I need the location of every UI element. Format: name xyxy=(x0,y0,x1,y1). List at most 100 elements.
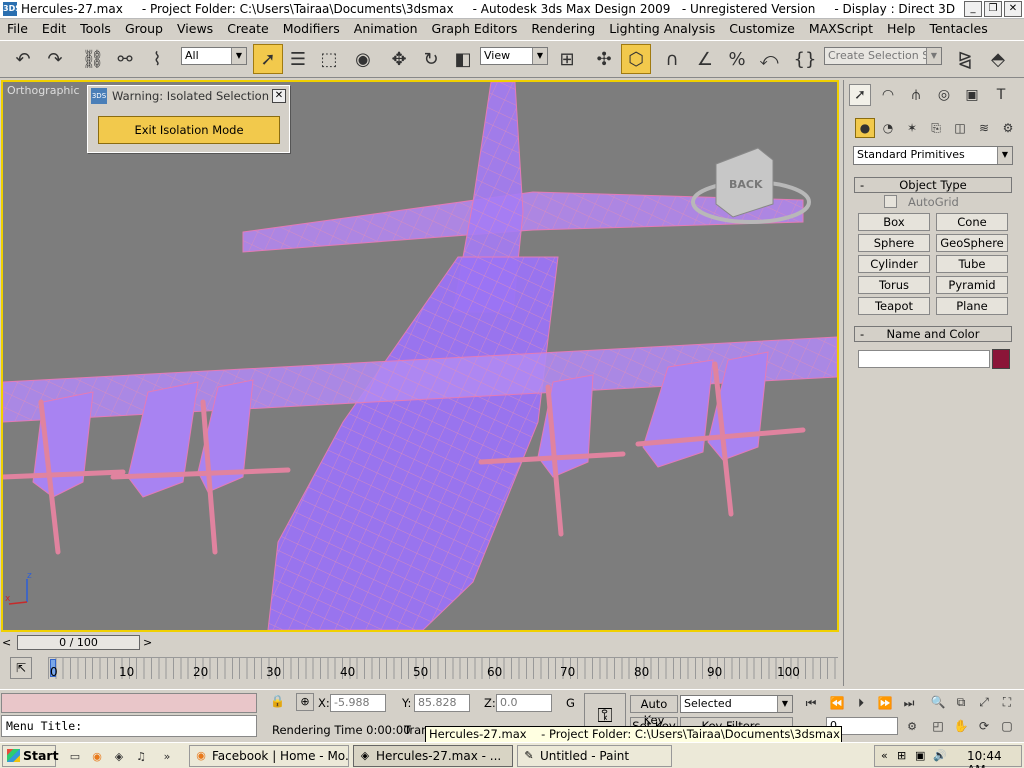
teapot-button[interactable]: Teapot xyxy=(858,297,930,315)
plane-button[interactable]: Plane xyxy=(936,297,1008,315)
menu-modifiers[interactable]: Modifiers xyxy=(276,19,347,39)
track-bar[interactable]: ⇱ 0 10 20 30 40 50 60 70 80 90 100 xyxy=(0,653,843,687)
move-icon[interactable]: ✥ xyxy=(384,44,414,74)
helpers-icon[interactable]: ◫ xyxy=(950,118,970,138)
menu-lighting-analysis[interactable]: Lighting Analysis xyxy=(602,19,722,39)
pyramid-button[interactable]: Pyramid xyxy=(936,276,1008,294)
cylinder-button[interactable]: Cylinder xyxy=(858,255,930,273)
clock[interactable]: 10:44 AM xyxy=(967,749,1021,768)
viewport-orthographic[interactable]: BACK z x Orthographic xyxy=(1,80,839,632)
zoom-icon[interactable]: 🔍 xyxy=(928,692,948,712)
app-icon[interactable]: 3DS xyxy=(3,2,21,16)
firefox-icon[interactable]: ◉ xyxy=(88,746,106,766)
network-icon[interactable]: ⊞ xyxy=(897,749,906,762)
menu-maxscript[interactable]: MAXScript xyxy=(802,19,880,39)
viewcube-label[interactable]: BACK xyxy=(729,178,763,191)
select-and-manipulate-icon[interactable]: ✣ xyxy=(589,44,619,74)
maxscript-listener-pink[interactable] xyxy=(1,693,257,713)
hierarchy-tab-icon[interactable]: ⫛ xyxy=(905,84,927,106)
close-button[interactable]: ✕ xyxy=(1004,1,1022,17)
menu-group[interactable]: Group xyxy=(118,19,170,39)
angle-snap-icon[interactable]: ∠ xyxy=(690,44,720,74)
edit-named-selection-icon[interactable]: {} xyxy=(790,44,820,74)
show-desktop-icon[interactable]: ▭ xyxy=(66,746,84,766)
pan-icon[interactable]: ✋ xyxy=(951,716,971,736)
scale-icon[interactable]: ◧ xyxy=(448,44,478,74)
menu-tools[interactable]: Tools xyxy=(73,19,118,39)
geosphere-button[interactable]: GeoSphere xyxy=(936,234,1008,252)
zoom-all-icon[interactable]: ⧉ xyxy=(951,692,971,712)
primitive-category-dropdown[interactable]: Standard Primitives ▼ xyxy=(853,146,1013,165)
field-of-view-icon[interactable]: ◰ xyxy=(928,716,948,736)
play-icon[interactable]: ⏵ xyxy=(850,692,872,714)
shapes-icon[interactable]: ◔ xyxy=(878,118,898,138)
menu-file[interactable]: File xyxy=(0,19,35,39)
box-button[interactable]: Box xyxy=(858,213,930,231)
zoom-extents-icon[interactable]: ⤢ xyxy=(974,692,994,712)
undo-icon[interactable]: ↶ xyxy=(8,44,38,74)
restore-button[interactable]: ❐ xyxy=(984,1,1002,17)
task-paint[interactable]: ✎ Untitled - Paint xyxy=(517,745,672,767)
create-tab-icon[interactable]: ➚ xyxy=(849,84,871,106)
3dsmax-launch-icon[interactable]: ◈ xyxy=(110,746,128,766)
space-warps-icon[interactable]: ≋ xyxy=(974,118,994,138)
task-3dsmax[interactable]: ◈ Hercules-27.max - ... xyxy=(353,745,513,767)
display-tab-icon[interactable]: ▣ xyxy=(961,84,983,106)
named-selection-sets-dropdown[interactable]: Create Selection Set ▼ xyxy=(824,47,942,65)
menu-views[interactable]: Views xyxy=(170,19,220,39)
cone-button[interactable]: Cone xyxy=(936,213,1008,231)
menu-customize[interactable]: Customize xyxy=(722,19,802,39)
close-icon[interactable]: ✕ xyxy=(272,89,286,103)
go-to-start-icon[interactable]: ⏮ xyxy=(800,692,822,714)
menu-graph-editors[interactable]: Graph Editors xyxy=(425,19,525,39)
lights-icon[interactable]: ✶ xyxy=(902,118,922,138)
percent-snap-icon[interactable]: % xyxy=(722,44,752,74)
viewport-label[interactable]: Orthographic xyxy=(7,84,80,97)
dialog-title-bar[interactable]: 3DS Warning: Isolated Selection xyxy=(88,86,289,106)
utilities-tab-icon[interactable]: T xyxy=(990,84,1012,106)
exit-isolation-button[interactable]: Exit Isolation Mode xyxy=(98,116,280,144)
next-frame-icon[interactable]: > xyxy=(143,636,152,649)
tray-expand-icon[interactable]: « xyxy=(881,749,888,762)
x-coordinate-input[interactable]: -5.988 xyxy=(330,694,386,712)
selection-filter-dropdown[interactable]: All ▼ xyxy=(181,47,247,65)
menu-help[interactable]: Help xyxy=(880,19,923,39)
z-coordinate-input[interactable]: 0.0 xyxy=(496,694,552,712)
spinner-snap-icon[interactable]: ⤺ xyxy=(754,44,784,74)
task-facebook[interactable]: ◉ Facebook | Home - Mo... xyxy=(189,745,349,767)
absolute-mode-icon[interactable]: ⊕ xyxy=(296,693,314,711)
prev-frame-icon[interactable]: < xyxy=(2,636,11,649)
align-icon[interactable]: ⬘ xyxy=(983,44,1013,74)
menu-rendering[interactable]: Rendering xyxy=(524,19,602,39)
name-and-color-rollout-header[interactable]: - Name and Color xyxy=(854,326,1012,342)
bind-space-warp-icon[interactable]: ⌇ xyxy=(142,44,172,74)
previous-frame-icon[interactable]: ⏪ xyxy=(826,692,848,714)
menu-edit[interactable]: Edit xyxy=(35,19,73,39)
curve-editor-icon[interactable]: ⇱ xyxy=(10,657,32,679)
snaps-toggle-icon[interactable]: ∩ xyxy=(657,44,687,74)
next-frame-icon[interactable]: ⏩ xyxy=(874,692,896,714)
media-player-icon[interactable]: ♫ xyxy=(132,746,150,766)
monitor-icon[interactable]: ▣ xyxy=(915,749,925,762)
torus-button[interactable]: Torus xyxy=(858,276,930,294)
menu-tentacles[interactable]: Tentacles xyxy=(922,19,994,39)
menu-create[interactable]: Create xyxy=(220,19,276,39)
redo-icon[interactable]: ↷ xyxy=(40,44,70,74)
object-type-rollout-header[interactable]: - Object Type xyxy=(854,177,1012,193)
menu-animation[interactable]: Animation xyxy=(347,19,425,39)
time-configuration-icon[interactable]: ⚙ xyxy=(902,716,922,736)
go-to-end-icon[interactable]: ⏭ xyxy=(898,692,920,714)
select-object-icon[interactable]: ➚ xyxy=(253,44,283,74)
object-color-swatch[interactable] xyxy=(992,349,1010,369)
lock-icon[interactable]: 🔒 xyxy=(270,694,285,708)
keyboard-shortcut-override-icon[interactable]: ⬡ xyxy=(621,44,651,74)
reference-coordinate-dropdown[interactable]: View ▼ xyxy=(480,47,548,65)
zoom-extents-all-icon[interactable]: ⛶ xyxy=(997,692,1017,712)
time-slider[interactable]: 0 / 100 xyxy=(17,635,140,650)
cameras-icon[interactable]: ⎘ xyxy=(926,118,946,138)
select-by-name-icon[interactable]: ☰ xyxy=(283,44,313,74)
maximize-viewport-icon[interactable]: ▢ xyxy=(997,716,1017,736)
geometry-icon[interactable]: ● xyxy=(855,118,875,138)
auto-key-button[interactable]: Auto Key xyxy=(630,695,678,727)
minimize-button[interactable]: _ xyxy=(964,1,982,17)
